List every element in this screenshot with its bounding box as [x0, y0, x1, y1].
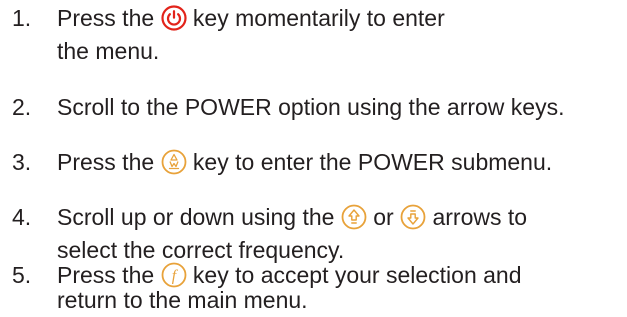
step-text-line2: return to the main menu. [57, 287, 308, 313]
step-number: 2. [12, 94, 32, 120]
step-text-before: Press the [57, 5, 161, 31]
step-text-before: Scroll up or down using the [57, 204, 341, 230]
step-number: 4. [12, 204, 32, 230]
enter-key-icon [161, 149, 187, 175]
step-text-before: Press the [57, 149, 161, 175]
instruction-list: 1. Press the key momentarily to enter th… [0, 0, 627, 313]
step-text-after: arrows to [426, 204, 528, 230]
step-number: 3. [12, 149, 32, 175]
down-arrow-key-icon [400, 204, 426, 230]
step-text: Scroll to the POWER option using the arr… [57, 94, 565, 120]
power-icon [160, 5, 187, 31]
step-text-line2: the menu. [57, 38, 160, 64]
step-text-mid: or [366, 204, 401, 230]
step-number: 5. [12, 262, 32, 288]
step-text: Press the key to enter the POWER submenu… [57, 146, 627, 179]
up-arrow-key-icon [341, 204, 367, 230]
step-text-after: key momentarily to enter [186, 5, 445, 31]
step-number: 1. [12, 5, 32, 31]
step-text-after: key to enter the POWER submenu. [186, 149, 553, 175]
step-text: Scroll up or down using the or arrows to [57, 201, 627, 234]
svg-text:f: f [171, 267, 178, 284]
step-text: Press the key momentarily to enter [57, 2, 627, 35]
